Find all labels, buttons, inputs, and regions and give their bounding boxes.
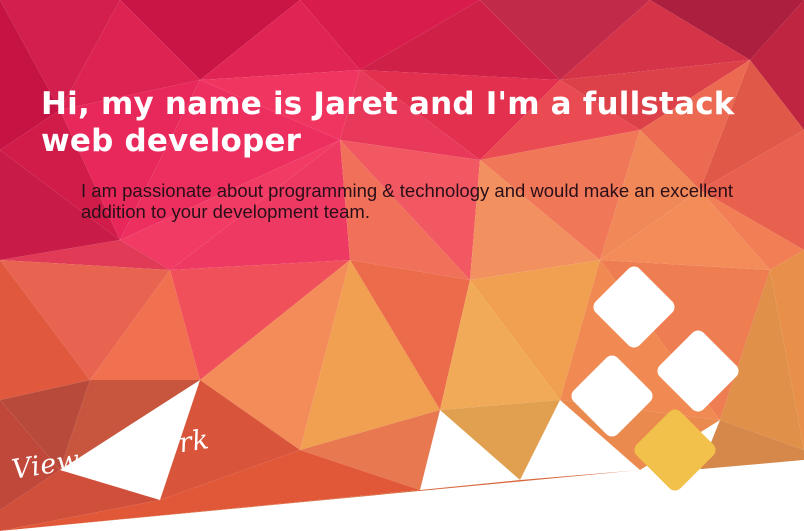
intro-paragraph: I am passionate about programming & tech…	[81, 180, 733, 222]
page-title: Hi, my name is Jaret and I'm a fullstack…	[41, 86, 735, 159]
diamond-tiles-icon	[560, 258, 750, 502]
logo-tile-bottom	[634, 409, 716, 491]
logo-tile-left	[571, 355, 653, 437]
logo-tile-right	[657, 330, 739, 412]
logo-tile-top	[593, 266, 675, 348]
hero-section: Hi, my name is Jaret and I'm a fullstack…	[0, 0, 804, 531]
